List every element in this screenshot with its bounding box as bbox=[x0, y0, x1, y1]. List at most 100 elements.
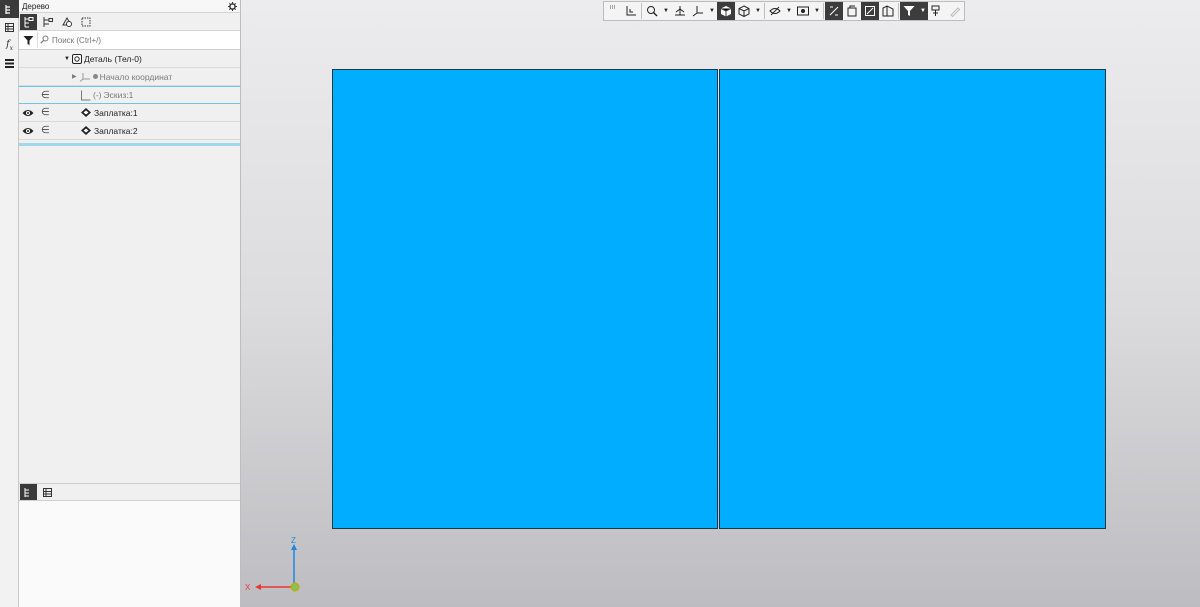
orient-icon bbox=[626, 6, 636, 16]
perspective-button[interactable] bbox=[861, 2, 879, 20]
in-icon: ∈ bbox=[41, 125, 50, 136]
origin-dot-icon bbox=[92, 74, 98, 79]
display-mode-button[interactable] bbox=[735, 2, 753, 20]
tree-row-origin[interactable]: ▶ Начало координат bbox=[19, 68, 240, 86]
in-icon: ∈ bbox=[41, 107, 50, 118]
constraints-icon bbox=[829, 6, 839, 16]
axes-dropdown[interactable]: ▼ bbox=[707, 2, 717, 20]
snapping-button[interactable] bbox=[928, 2, 946, 20]
appearance-icon bbox=[882, 5, 894, 17]
tree-row-patch-1[interactable]: ∈ Заплатка:1 bbox=[19, 104, 240, 122]
tree-tab-button[interactable] bbox=[0, 0, 19, 18]
filter-icon bbox=[903, 6, 915, 16]
filter-dropdown[interactable]: ▼ bbox=[918, 2, 928, 20]
zoom-button[interactable] bbox=[643, 2, 661, 20]
tree-item-label: Заплатка:1 bbox=[94, 107, 138, 118]
grip-handle[interactable] bbox=[604, 2, 622, 20]
chevron-down-icon: ▼ bbox=[920, 8, 926, 14]
patch-icon bbox=[81, 108, 91, 117]
axes-view-button[interactable] bbox=[689, 2, 707, 20]
patch-surface-2[interactable] bbox=[719, 69, 1106, 529]
lower-table-button[interactable] bbox=[39, 484, 56, 500]
shaded-button[interactable] bbox=[717, 2, 735, 20]
visibility-button[interactable] bbox=[794, 2, 812, 20]
expand-down-icon[interactable]: ▼ bbox=[64, 56, 70, 62]
chevron-down-icon: ▼ bbox=[786, 8, 792, 14]
measure-button[interactable] bbox=[946, 2, 964, 20]
origin-icon bbox=[290, 582, 300, 592]
hide-button[interactable] bbox=[766, 2, 784, 20]
cube-wire-icon bbox=[738, 5, 750, 17]
selection-filter-button[interactable] bbox=[900, 2, 918, 20]
section-icon bbox=[847, 5, 857, 17]
separator bbox=[823, 3, 824, 19]
panel-title: Дерево bbox=[22, 1, 50, 11]
cube-solid-icon bbox=[720, 6, 732, 17]
grip-icon bbox=[610, 5, 616, 9]
selection-button[interactable] bbox=[77, 14, 94, 30]
tree-item-label: Заплатка:2 bbox=[94, 125, 138, 136]
constraints-button[interactable] bbox=[825, 2, 843, 20]
lower-tree-button[interactable] bbox=[20, 484, 37, 500]
tree-structure-button[interactable] bbox=[20, 13, 37, 30]
part-icon bbox=[71, 53, 82, 64]
origin-axes-icon bbox=[79, 72, 90, 82]
lower-pane bbox=[19, 501, 240, 607]
table-icon bbox=[43, 487, 52, 497]
tree-row-sketch[interactable]: ∈ (-) Эскиз:1 bbox=[19, 86, 240, 104]
tree-row-patch-2[interactable]: ∈ Заплатка:2 bbox=[19, 122, 240, 140]
visibility-dropdown[interactable]: ▼ bbox=[812, 2, 822, 20]
selection-icon bbox=[81, 17, 90, 26]
x-label: X bbox=[245, 583, 251, 592]
chevron-down-icon: ▼ bbox=[814, 8, 820, 14]
tree-order-button[interactable] bbox=[39, 14, 56, 30]
variables-tab-button[interactable]: fx bbox=[0, 36, 19, 54]
gear-icon[interactable] bbox=[228, 1, 237, 11]
filter-row bbox=[19, 31, 240, 50]
axis-triad: Z X bbox=[245, 536, 300, 592]
perspective-icon bbox=[865, 6, 875, 16]
separator bbox=[641, 3, 642, 19]
tree-row-part[interactable]: ▼ Деталь (Тел-0) bbox=[19, 50, 240, 68]
chevron-down-icon: ▼ bbox=[709, 8, 715, 14]
tree-item-label: Начало координат bbox=[99, 71, 173, 82]
search-input[interactable] bbox=[37, 32, 240, 48]
tree-panel: Дерево ▼ Деталь (Тел-0) bbox=[19, 0, 241, 607]
eye-icon[interactable] bbox=[22, 108, 34, 118]
patch-surface-1[interactable] bbox=[332, 69, 718, 529]
section-button[interactable] bbox=[843, 2, 861, 20]
appearance-button[interactable] bbox=[879, 2, 897, 20]
tree-order-icon bbox=[43, 16, 53, 27]
visibility-icon bbox=[797, 6, 809, 16]
model-viewport[interactable]: ▼ ▼ ▼ ▼ ▼ ▼ Z X bbox=[241, 0, 1200, 607]
display-dropdown[interactable]: ▼ bbox=[753, 2, 763, 20]
expand-right-icon[interactable]: ▶ bbox=[72, 73, 77, 80]
rotate-icon bbox=[675, 6, 685, 16]
zoom-dropdown[interactable]: ▼ bbox=[661, 2, 671, 20]
chevron-down-icon: ▼ bbox=[755, 8, 761, 14]
chevron-down-icon: ▼ bbox=[663, 8, 669, 14]
filter-button[interactable] bbox=[19, 31, 37, 49]
rotate-button[interactable] bbox=[671, 2, 689, 20]
snap-icon bbox=[931, 5, 940, 16]
components-icon bbox=[61, 16, 72, 27]
tree-icon bbox=[24, 487, 29, 497]
axes-icon bbox=[692, 6, 703, 17]
separator bbox=[764, 3, 765, 19]
panel-title-bar: Дерево bbox=[19, 0, 240, 13]
tree-item-label: Деталь (Тел-0) bbox=[83, 53, 142, 64]
hide-dropdown[interactable]: ▼ bbox=[784, 2, 794, 20]
search-icon bbox=[40, 35, 49, 44]
x-arrow-icon bbox=[255, 584, 261, 590]
menu-icon bbox=[5, 58, 14, 68]
side-strip: fx bbox=[0, 0, 19, 607]
tree-structure-icon bbox=[24, 16, 33, 27]
table-icon bbox=[5, 22, 14, 32]
layers-tab-button[interactable] bbox=[0, 54, 19, 72]
eye-hidden-icon bbox=[769, 6, 781, 16]
orient-button[interactable] bbox=[622, 2, 640, 20]
properties-tab-button[interactable] bbox=[0, 18, 19, 36]
eye-icon[interactable] bbox=[22, 126, 34, 136]
components-button[interactable] bbox=[58, 14, 75, 30]
tree-toolbar bbox=[19, 13, 240, 31]
